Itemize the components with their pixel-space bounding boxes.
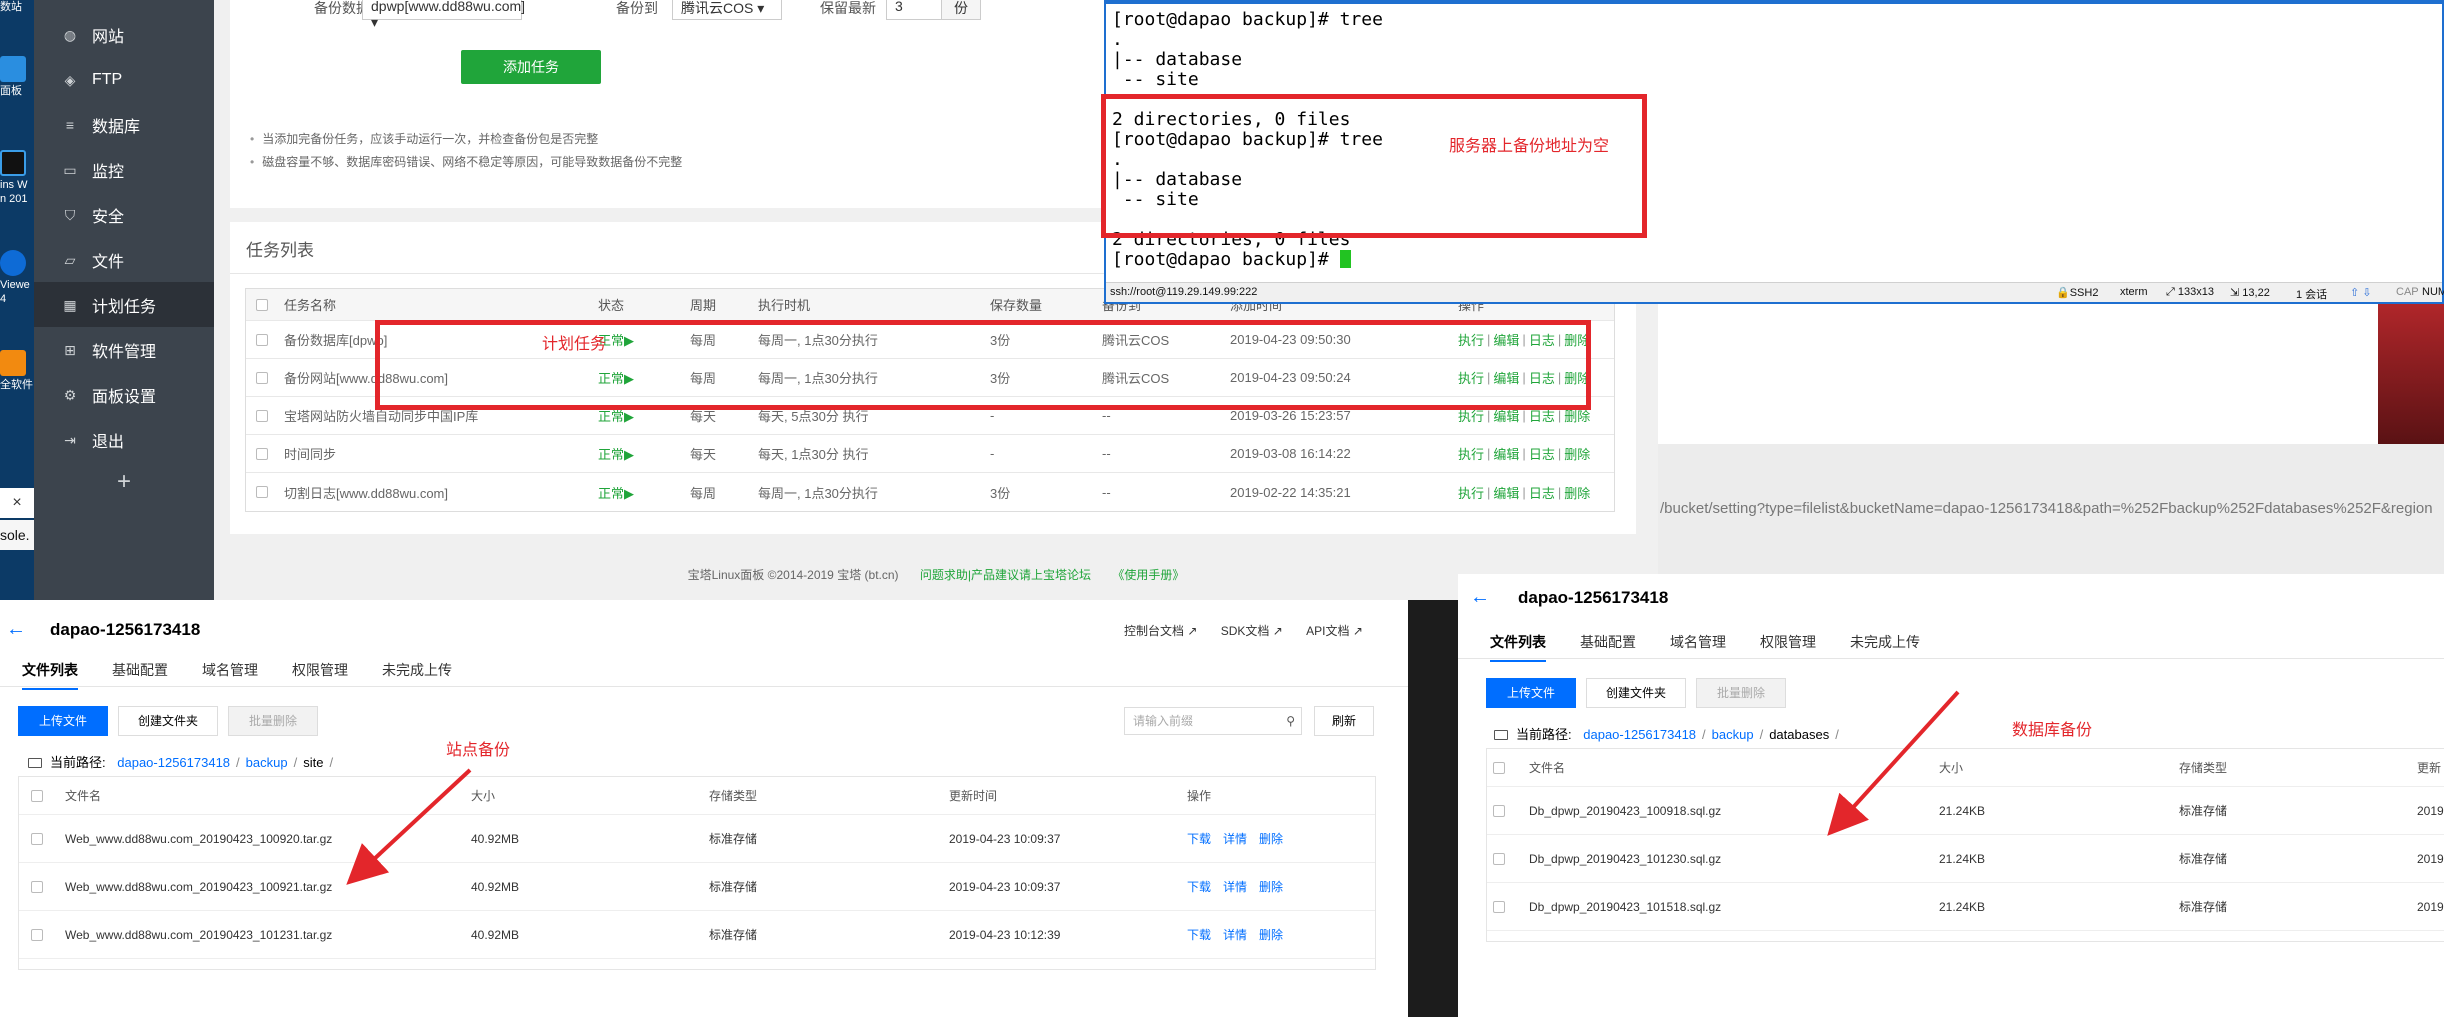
- arrow-site: [346, 768, 472, 885]
- annotation-arrows: [346, 690, 1960, 885]
- arrow-db: [1827, 690, 1960, 836]
